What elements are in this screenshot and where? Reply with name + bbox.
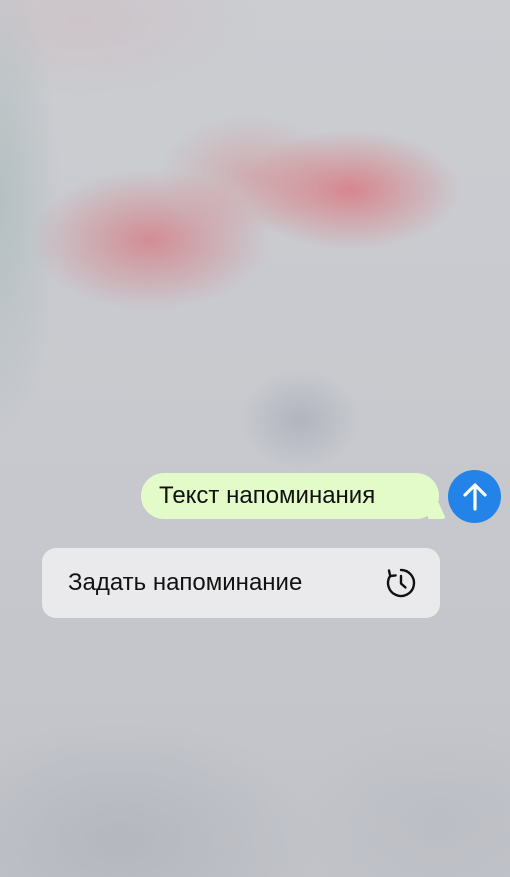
set-reminder-label[interactable]: Задать напоминание: [68, 569, 384, 597]
message-bubble[interactable]: Текст напоминания: [141, 473, 446, 519]
context-menu: Задать напоминание: [42, 548, 440, 618]
blurred-background: [0, 0, 510, 877]
arrow-up-icon: [462, 482, 487, 511]
send-button[interactable]: [448, 470, 501, 523]
message-text: Текст напоминания: [159, 482, 376, 509]
clock-history-icon[interactable]: [384, 566, 418, 600]
